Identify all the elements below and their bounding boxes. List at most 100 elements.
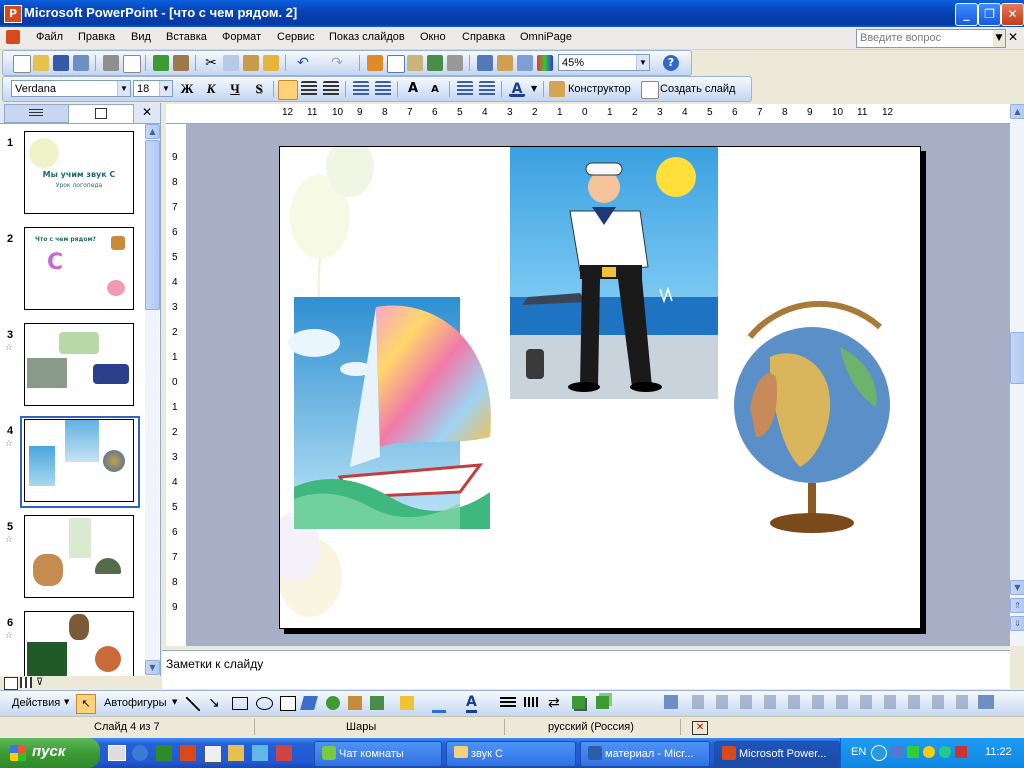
zoom-select[interactable]: 45% ▼ [558, 54, 650, 71]
tray-icon[interactable] [923, 746, 935, 758]
picture-toolbar-icons-2[interactable] [860, 695, 970, 709]
print-icon[interactable] [103, 55, 119, 71]
bold-button[interactable]: Ж [177, 80, 197, 98]
scroll-down-icon[interactable]: ▼ [1010, 580, 1024, 595]
shadow-style-icon[interactable] [572, 696, 585, 709]
redo-icon[interactable]: ↷ [329, 55, 345, 71]
picture-toolbar-icons[interactable] [692, 695, 852, 709]
slide-thumb-6[interactable] [24, 611, 134, 677]
underline-button[interactable]: Ч [225, 80, 245, 98]
actions-menu[interactable]: Действия [12, 697, 60, 709]
normal-view-icon[interactable] [4, 677, 18, 690]
new-icon[interactable] [13, 55, 31, 73]
desktop-icon[interactable] [108, 745, 126, 761]
hyperlink-icon[interactable] [447, 55, 463, 71]
permission-icon[interactable] [73, 55, 89, 71]
chevron-down-icon[interactable]: ▼ [993, 30, 1005, 47]
picture-icon[interactable] [370, 696, 384, 710]
menu-edit[interactable]: Правка [78, 31, 115, 43]
slideshow-icon[interactable]: ⊽ [36, 677, 48, 688]
align-center-icon[interactable] [301, 81, 317, 97]
cut-icon[interactable]: ✂ [203, 55, 219, 71]
slide-sorter-icon[interactable] [20, 677, 32, 688]
app-icon[interactable] [204, 745, 222, 763]
app-icon[interactable] [252, 745, 268, 761]
line-icon[interactable] [186, 697, 200, 711]
bullets-icon[interactable] [375, 81, 391, 97]
maximize-button[interactable]: ❐ [978, 3, 1001, 26]
close-document-icon[interactable]: ✕ [1008, 30, 1018, 44]
help-icon[interactable]: ? [663, 55, 679, 71]
scroll-up-icon[interactable]: ▲ [145, 124, 160, 139]
shadow-button[interactable]: S [249, 80, 269, 98]
chevron-down-icon[interactable]: ▼ [117, 81, 130, 96]
notes-pane[interactable]: Заметки к слайду [162, 650, 1010, 689]
help-search-input[interactable]: Введите вопрос ▼ [856, 29, 1006, 48]
menu-slideshow[interactable]: Показ слайдов [329, 31, 405, 43]
numbering-icon[interactable] [353, 81, 369, 97]
chevron-down-icon[interactable]: ▼ [636, 55, 649, 70]
slides-scrollbar[interactable]: ▲ ▼ [145, 124, 160, 676]
open-icon[interactable] [33, 55, 49, 71]
previous-slide-icon[interactable]: ⇑ [1010, 598, 1024, 613]
rectangle-icon[interactable] [232, 697, 248, 710]
menu-window[interactable]: Окно [420, 31, 446, 43]
document-icon[interactable] [6, 30, 20, 44]
next-slide-icon[interactable]: ⇓ [1010, 616, 1024, 631]
reset-picture-icon[interactable] [978, 695, 994, 709]
oval-icon[interactable] [256, 697, 273, 710]
autoshapes-menu[interactable]: Автофигуры [104, 697, 167, 709]
line-style-icon[interactable] [500, 697, 516, 707]
designer-button[interactable]: Конструктор [568, 83, 631, 95]
increase-indent-icon[interactable] [479, 81, 495, 97]
picture-tool-icon[interactable] [664, 695, 678, 709]
show-formatting-icon[interactable] [497, 55, 513, 71]
spelling-status-icon[interactable]: ✕ [692, 721, 708, 735]
excel-icon[interactable] [156, 745, 172, 761]
decrease-indent-icon[interactable] [457, 81, 473, 97]
font-size-select[interactable]: 18 ▼ [133, 80, 173, 97]
menu-help[interactable]: Справка [462, 31, 505, 43]
expand-all-icon[interactable] [477, 55, 493, 71]
sailor-picture[interactable] [510, 147, 718, 399]
scroll-down-icon[interactable]: ▼ [145, 660, 160, 675]
3d-style-icon[interactable] [596, 696, 609, 709]
spelling-icon[interactable] [153, 55, 169, 71]
outline-tab[interactable] [4, 104, 70, 123]
paste-icon[interactable] [243, 55, 259, 71]
slide-scrollbar[interactable]: ▲ ▼ ⇑ ⇓ [1010, 104, 1024, 646]
fill-color-icon[interactable] [400, 696, 414, 710]
close-pane-icon[interactable]: ✕ [142, 105, 152, 119]
chevron-down-icon[interactable]: ▼ [159, 81, 172, 96]
align-right-icon[interactable] [323, 81, 339, 97]
scroll-up-icon[interactable]: ▲ [1010, 104, 1024, 119]
slide-thumb-4[interactable] [24, 419, 134, 502]
chevron-down-icon[interactable]: ▼ [531, 84, 537, 93]
antivirus-icon[interactable] [955, 746, 967, 758]
scroll-thumb[interactable] [145, 140, 160, 310]
slides-tab[interactable] [68, 104, 134, 123]
slide-canvas[interactable] [279, 146, 921, 629]
decrease-font-icon[interactable]: A [427, 81, 443, 97]
select-pointer-icon[interactable]: ↖ [76, 694, 96, 714]
tray-icon[interactable] [907, 746, 919, 758]
design-icon[interactable] [549, 81, 565, 97]
tray-icon[interactable] [891, 746, 903, 758]
grid-icon[interactable] [517, 55, 533, 71]
font-select[interactable]: Verdana ▼ [11, 80, 131, 97]
color-grayscale-icon[interactable] [537, 55, 553, 71]
new-slide-button[interactable]: Создать слайд [660, 83, 735, 95]
print-preview-icon[interactable] [123, 55, 141, 73]
tables-borders-icon[interactable] [407, 55, 423, 71]
undo-icon[interactable]: ↶ [295, 55, 311, 71]
menu-view[interactable]: Вид [131, 31, 151, 43]
font-color-icon[interactable]: A [466, 694, 477, 713]
table-icon[interactable] [387, 55, 405, 73]
align-left-icon[interactable] [278, 80, 298, 100]
font-color-icon[interactable]: A [509, 81, 525, 97]
app-icon[interactable] [276, 745, 292, 761]
dash-style-icon[interactable] [524, 697, 540, 707]
new-slide-icon[interactable] [641, 81, 659, 99]
textbox-icon[interactable] [280, 696, 296, 711]
menu-insert[interactable]: Вставка [166, 31, 207, 43]
